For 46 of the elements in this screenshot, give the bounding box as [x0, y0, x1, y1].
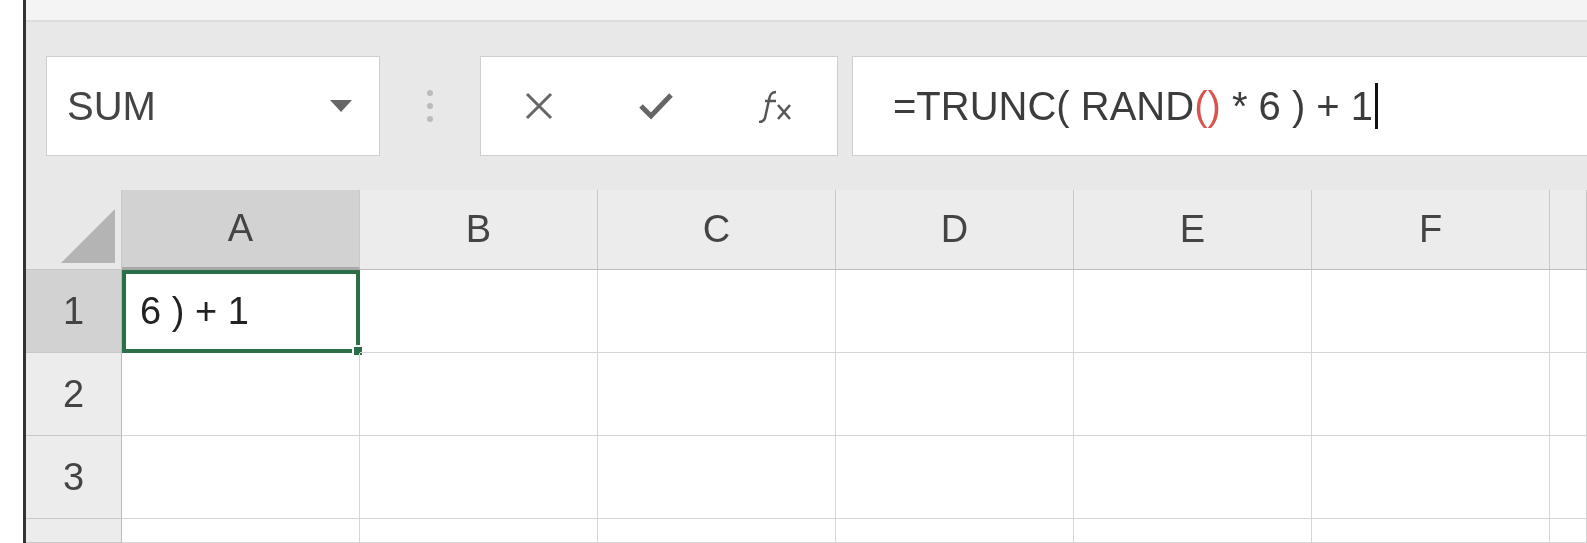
table-cell[interactable] [1312, 270, 1550, 353]
table-cell[interactable] [1312, 436, 1550, 519]
formula-field[interactable]: =TRUNC( RAND() * 6 ) + 1 [852, 56, 1587, 156]
column-header[interactable]: B [360, 190, 598, 270]
table-cell[interactable] [1074, 519, 1312, 543]
column-header[interactable]: F [1312, 190, 1550, 270]
table-cell[interactable] [1550, 270, 1587, 353]
table-cell[interactable] [1550, 436, 1587, 519]
table-cell[interactable] [360, 519, 598, 543]
table-cell[interactable] [1074, 436, 1312, 519]
table-cell[interactable] [836, 519, 1074, 543]
fill-handle[interactable] [352, 345, 364, 357]
dropdown-caret-icon[interactable] [329, 99, 353, 113]
table-cell[interactable] [598, 519, 836, 543]
table-cell[interactable] [598, 436, 836, 519]
select-all-icon[interactable] [61, 209, 115, 263]
table-cell[interactable] [1312, 353, 1550, 436]
checkmark-icon [639, 92, 673, 120]
table-cell[interactable] [122, 436, 360, 519]
row-header[interactable]: 1 [26, 270, 122, 353]
table-cell[interactable] [122, 519, 360, 543]
table-cell[interactable] [1074, 353, 1312, 436]
table-cell[interactable] [1312, 519, 1550, 543]
table-cell[interactable] [122, 353, 360, 436]
table-cell[interactable] [836, 270, 1074, 353]
table-cell[interactable] [836, 436, 1074, 519]
column-header[interactable]: C [598, 190, 836, 270]
table-cell[interactable] [1550, 353, 1587, 436]
table-cell[interactable] [598, 270, 836, 353]
row-header[interactable] [26, 519, 122, 543]
column-header[interactable]: D [836, 190, 1074, 270]
row-header[interactable]: 3 [26, 436, 122, 519]
table-cell[interactable] [1550, 519, 1587, 543]
name-box[interactable]: SUM [46, 56, 380, 156]
table-cell[interactable] [360, 353, 598, 436]
table-cell[interactable] [360, 436, 598, 519]
column-header[interactable]: A [122, 190, 360, 270]
table-cell[interactable] [360, 270, 598, 353]
table-cell[interactable] [836, 353, 1074, 436]
column-header[interactable] [1550, 190, 1587, 270]
grip-icon[interactable] [426, 89, 434, 123]
row-header[interactable]: 2 [26, 353, 122, 436]
close-icon [523, 91, 554, 121]
table-cell[interactable] [598, 353, 836, 436]
column-header[interactable]: E [1074, 190, 1312, 270]
table-cell[interactable] [1074, 270, 1312, 353]
